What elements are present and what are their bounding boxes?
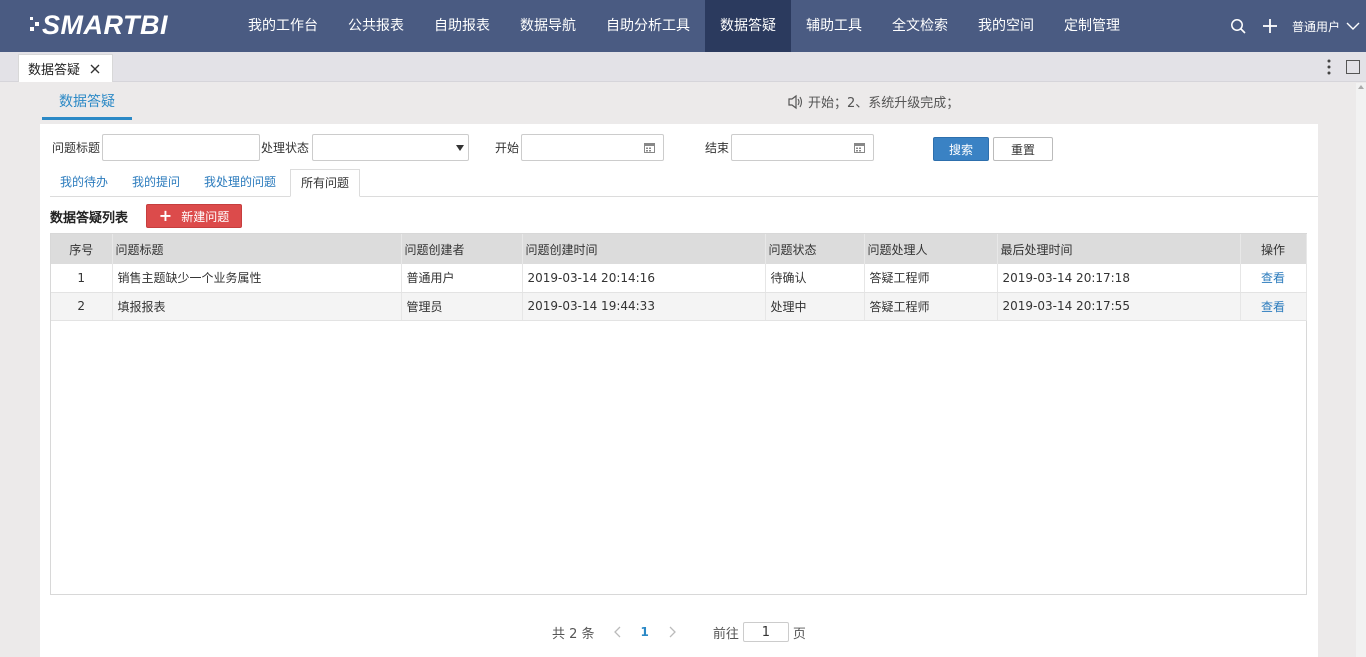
status-select[interactable] xyxy=(312,134,469,161)
table-row[interactable]: 2 填报报表 管理员 2019-03-14 19:44:33 处理中 答疑工程师… xyxy=(51,292,1307,321)
main-panel: 问题标题 处理状态 开始 结束 搜索 重置 我的待办 我的提问 我处理的问题 所… xyxy=(40,124,1318,657)
menu-item-public-reports[interactable]: 公共报表 xyxy=(333,0,419,52)
cell-title: 填报报表 xyxy=(112,292,402,321)
close-icon[interactable] xyxy=(89,63,101,75)
select-caret-icon xyxy=(456,145,464,151)
col-header-status[interactable]: 问题状态 xyxy=(765,234,865,264)
pagination: 共 2 条 1 前往 页 xyxy=(552,621,806,643)
total-count: 共 2 条 xyxy=(552,626,595,642)
start-date-label: 开始 xyxy=(495,141,520,155)
page-tab-data-qa[interactable]: 数据答疑 xyxy=(18,54,113,82)
speaker-icon xyxy=(788,94,803,109)
cell-title: 销售主题缺少一个业务属性 xyxy=(112,264,402,293)
col-header-action: 操作 xyxy=(1240,234,1307,264)
menu-item-fulltext-search[interactable]: 全文检索 xyxy=(877,0,963,52)
search-button[interactable]: 搜索 xyxy=(933,137,989,161)
tab-all-questions[interactable]: 所有问题 xyxy=(290,169,361,197)
notice-marquee: 开始；2、系统升级完成； xyxy=(787,92,959,111)
cell-action: 查看 xyxy=(1240,264,1307,293)
search-icon[interactable] xyxy=(1228,16,1248,36)
cell-status: 处理中 xyxy=(765,292,865,321)
status-filter-label: 处理状态 xyxy=(261,141,310,155)
table-header-row: 序号 问题标题 问题创建者 问题创建时间 问题状态 问题处理人 最后处理时间 操… xyxy=(51,234,1307,264)
start-date-input[interactable] xyxy=(521,134,664,161)
plus-icon: + xyxy=(158,206,173,225)
col-header-title[interactable]: 问题标题 xyxy=(112,234,402,264)
prev-page-icon[interactable] xyxy=(613,626,623,638)
chevron-down-icon[interactable] xyxy=(1344,17,1362,35)
page-number[interactable]: 1 xyxy=(641,625,649,639)
cell-created: 2019-03-14 19:44:33 xyxy=(522,292,766,321)
col-header-handler[interactable]: 问题处理人 xyxy=(864,234,998,264)
menu-item-workbench[interactable]: 我的工作台 xyxy=(233,0,333,52)
menu-item-data-qa[interactable]: 数据答疑 xyxy=(705,0,791,52)
title-filter-input[interactable] xyxy=(102,134,260,161)
page-tab-bar: 数据答疑 xyxy=(0,52,1366,82)
cell-last: 2019-03-14 20:17:18 xyxy=(997,264,1241,293)
menu-item-analysis-tools[interactable]: 自助分析工具 xyxy=(591,0,705,52)
tab-my-questions[interactable]: 我的提问 xyxy=(122,169,190,197)
plus-icon[interactable] xyxy=(1260,16,1280,36)
cell-creator: 管理员 xyxy=(401,292,523,321)
vertical-scrollbar[interactable] xyxy=(1356,83,1366,657)
logo-mark-icon xyxy=(30,17,40,33)
table-row[interactable]: 1 销售主题缺少一个业务属性 普通用户 2019-03-14 20:14:16 … xyxy=(51,264,1307,293)
nav-right-tools: 普通用户 xyxy=(1228,0,1366,52)
cell-last: 2019-03-14 20:17:55 xyxy=(997,292,1241,321)
col-header-created[interactable]: 问题创建时间 xyxy=(522,234,766,264)
menu-item-data-navigation[interactable]: 数据导航 xyxy=(505,0,591,52)
tab-my-todo[interactable]: 我的待办 xyxy=(50,169,118,197)
cell-created: 2019-03-14 20:14:16 xyxy=(522,264,766,293)
page-tab-label: 数据答疑 xyxy=(28,63,81,78)
calendar-icon[interactable] xyxy=(644,142,655,153)
menu-item-my-space[interactable]: 我的空间 xyxy=(963,0,1049,52)
tab-handled-by-me[interactable]: 我处理的问题 xyxy=(194,169,286,197)
section-title: 数据答疑 xyxy=(42,88,132,120)
user-menu[interactable]: 普通用户 xyxy=(1292,18,1340,35)
cell-action: 查看 xyxy=(1240,292,1307,321)
goto-page-input[interactable] xyxy=(742,622,789,642)
end-date-input[interactable] xyxy=(731,134,874,161)
view-link[interactable]: 查看 xyxy=(1261,271,1285,285)
menu-item-aux-tools[interactable]: 辅助工具 xyxy=(791,0,877,52)
cell-no: 2 xyxy=(51,292,113,321)
cell-no: 1 xyxy=(51,264,113,293)
app-logo[interactable]: SMARTBI xyxy=(30,8,168,42)
list-title: 数据答疑列表 xyxy=(50,211,129,226)
reset-button[interactable]: 重置 xyxy=(993,137,1053,161)
goto-suffix: 页 xyxy=(792,626,806,642)
logo-text: SMARTBI xyxy=(42,9,169,40)
menu-item-custom-admin[interactable]: 定制管理 xyxy=(1049,0,1135,52)
maximize-icon[interactable] xyxy=(1346,60,1360,74)
col-header-last[interactable]: 最后处理时间 xyxy=(997,234,1241,264)
scroll-up-icon[interactable] xyxy=(1358,85,1364,89)
main-menu: 我的工作台 公共报表 自助报表 数据导航 自助分析工具 数据答疑 辅助工具 全文… xyxy=(233,0,1135,52)
col-header-no: 序号 xyxy=(51,234,113,264)
calendar-icon[interactable] xyxy=(854,142,865,153)
top-navbar: SMARTBI 我的工作台 公共报表 自助报表 数据导航 自助分析工具 数据答疑… xyxy=(0,0,1366,52)
next-page-icon[interactable] xyxy=(667,626,677,638)
cell-creator: 普通用户 xyxy=(401,264,523,293)
more-vertical-icon[interactable] xyxy=(1322,58,1336,76)
cell-handler: 答疑工程师 xyxy=(864,292,998,321)
tabbar-tools xyxy=(1322,58,1360,76)
goto-label: 前往 xyxy=(712,626,739,642)
new-question-button[interactable]: + 新建问题 xyxy=(146,204,242,228)
cell-status: 待确认 xyxy=(765,264,865,293)
menu-item-self-reports[interactable]: 自助报表 xyxy=(419,0,505,52)
view-link[interactable]: 查看 xyxy=(1261,300,1285,314)
question-table: 序号 问题标题 问题创建者 问题创建时间 问题状态 问题处理人 最后处理时间 操… xyxy=(50,233,1307,595)
end-date-label: 结束 xyxy=(705,141,730,155)
question-tabs: 我的待办 我的提问 我处理的问题 所有问题 xyxy=(50,169,1318,197)
title-filter-label: 问题标题 xyxy=(52,141,101,155)
new-question-label: 新建问题 xyxy=(181,209,230,224)
cell-handler: 答疑工程师 xyxy=(864,264,998,293)
notice-text: 开始；2、系统升级完成； xyxy=(808,96,960,111)
col-header-creator[interactable]: 问题创建者 xyxy=(401,234,523,264)
